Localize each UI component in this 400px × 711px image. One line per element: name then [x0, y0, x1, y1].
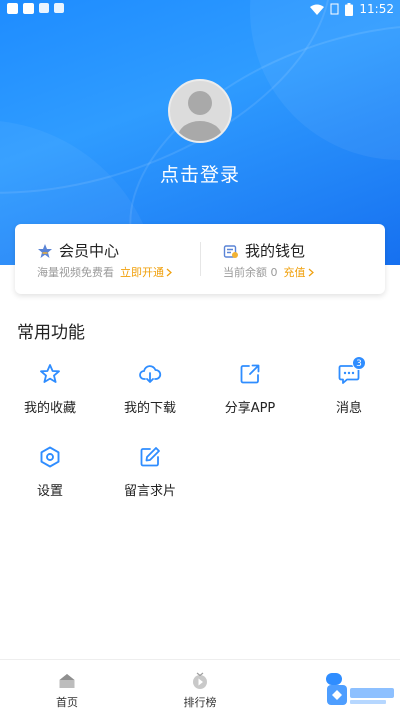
chevron-right-icon [308, 268, 314, 276]
vip-open-label: 立即开通 [120, 266, 164, 279]
image-icon [39, 3, 49, 13]
system-icons: 11:52 [310, 2, 394, 16]
request-movie-label: 留言求片 [123, 484, 176, 499]
battery-icon [345, 2, 354, 16]
notification-icon [23, 3, 34, 14]
wallet-title: 我的钱包 [223, 240, 305, 261]
wallet-icon [223, 244, 238, 258]
share-icon [240, 364, 260, 384]
login-button[interactable]: 点击登录 [0, 160, 400, 187]
recharge-label: 充值 [283, 266, 306, 279]
notification-icon [7, 3, 18, 14]
section-title: 常用功能 [17, 323, 85, 343]
avatar[interactable] [168, 79, 232, 143]
wallet[interactable]: 我的钱包 当前余额 0 充值 [201, 224, 385, 294]
share-app-label: 分享APP [224, 401, 276, 416]
recharge-link[interactable]: 充值 [284, 264, 314, 280]
vip-title-text: 会员中心 [59, 242, 120, 260]
settings-item[interactable]: 设置 [0, 445, 100, 515]
font-icon [54, 3, 64, 13]
tab-home[interactable]: 首页 [22, 672, 112, 710]
downloads-label: 我的下载 [123, 401, 176, 416]
messages-item[interactable]: 消息 [299, 362, 399, 432]
messages-label: 消息 [335, 401, 362, 416]
message-count-badge: 3 [352, 356, 366, 370]
chevron-right-icon [166, 268, 172, 276]
notification-icons [7, 3, 64, 14]
edit-icon [140, 447, 160, 467]
settings-icon [40, 446, 60, 468]
default-avatar-icon [178, 91, 222, 141]
watermark-logo [327, 685, 394, 705]
vip-open-link[interactable]: 立即开通 [120, 264, 172, 280]
vip-title: 会员中心 [37, 240, 119, 261]
status-time: 11:52 [359, 2, 394, 16]
cloud-download-icon [139, 365, 162, 383]
star-icon [40, 364, 60, 383]
settings-label: 设置 [36, 484, 63, 499]
sim-icon [330, 3, 339, 15]
tab-ranking-label: 排行榜 [183, 696, 217, 709]
wallet-subtitle: 当前余额 0 充值 [223, 264, 314, 280]
vip-subtitle-text: 海量视频免费看 [37, 266, 114, 279]
vip-subtitle: 海量视频免费看 立即开通 [37, 264, 172, 280]
vip-star-icon [38, 243, 52, 258]
tab-ranking[interactable]: 排行榜 [155, 672, 245, 710]
wallet-balance: 当前余额 0 [223, 266, 278, 279]
tab-home-label: 首页 [56, 696, 78, 709]
share-app-item[interactable]: 分享APP [200, 362, 300, 432]
downloads-item[interactable]: 我的下载 [100, 362, 200, 432]
wifi-icon [310, 4, 325, 15]
vip-center[interactable]: 会员中心 海量视频免费看 立即开通 [15, 224, 200, 294]
status-bar: 11:52 [0, 0, 400, 18]
ranking-icon [193, 672, 207, 689]
favorites-label: 我的收藏 [23, 401, 76, 416]
wallet-title-text: 我的钱包 [245, 242, 306, 260]
home-icon [59, 674, 75, 688]
favorites-item[interactable]: 我的收藏 [0, 362, 100, 432]
member-card: 会员中心 海量视频免费看 立即开通 我的钱包 当前余额 0 充值 [15, 224, 385, 294]
request-movie-item[interactable]: 留言求片 [100, 445, 200, 515]
